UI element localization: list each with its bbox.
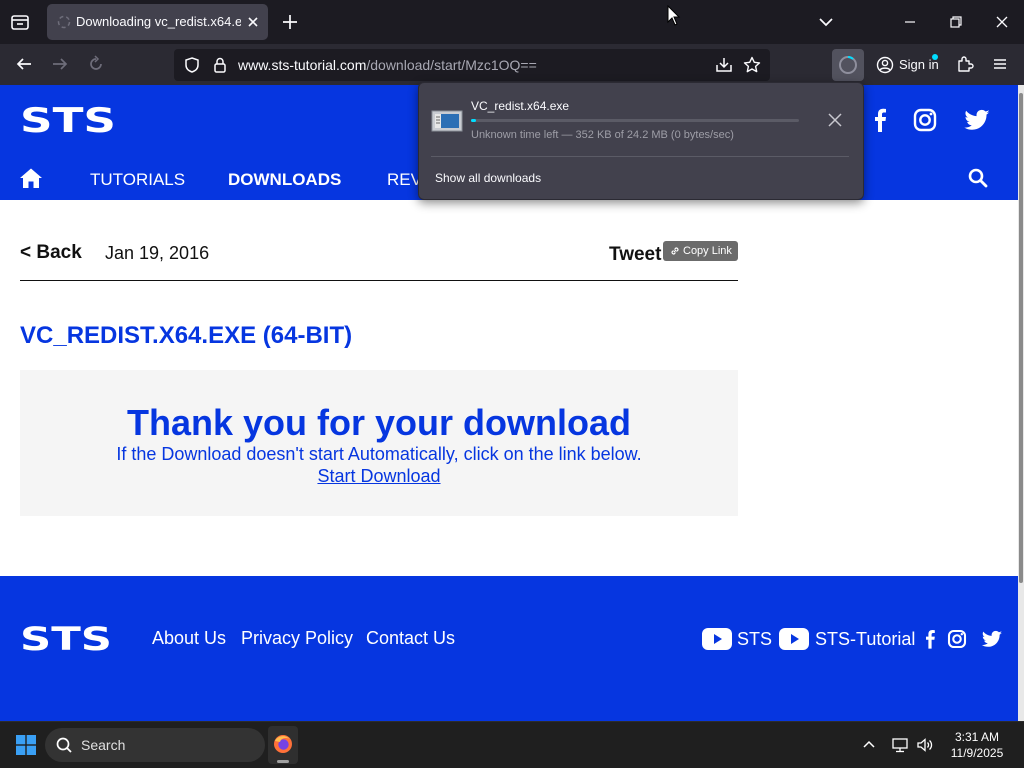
downloads-progress-button[interactable] xyxy=(832,49,864,81)
download-status: Unknown time left — 352 KB of 24.2 MB (0… xyxy=(471,129,734,141)
browser-tab-strip: Downloading vc_redist.x64.exe xyxy=(0,0,1024,44)
address-bar[interactable]: www.sts-tutorial.com/download/start/Mzc1… xyxy=(174,49,770,81)
tab-active[interactable]: Downloading vc_redist.x64.exe xyxy=(47,4,268,40)
search-icon xyxy=(55,736,73,754)
show-all-downloads-button[interactable]: Show all downloads xyxy=(435,171,541,185)
volume-icon[interactable] xyxy=(916,736,934,754)
url-path: /download/start/Mzc1OQ== xyxy=(366,57,537,73)
window-restore-icon[interactable] xyxy=(946,12,966,32)
post-date: Jan 19, 2016 xyxy=(105,243,210,263)
tweet-button[interactable]: Tweet xyxy=(609,244,661,266)
tab-title: Downloading vc_redist.x64.exe xyxy=(76,14,241,29)
windows-taskbar: Search 3:31 AM 11/9/2025 xyxy=(0,721,1024,768)
thank-you-info: If the Download doesn't start Automatica… xyxy=(116,444,642,464)
extensions-puzzle-icon[interactable] xyxy=(955,54,975,74)
lock-icon[interactable] xyxy=(210,55,230,75)
clock-time: 3:31 AM xyxy=(954,730,1000,744)
window-close-icon[interactable] xyxy=(992,12,1012,32)
notification-dot xyxy=(932,54,938,60)
downloads-panel-divider xyxy=(431,156,849,157)
footer-twitter-icon[interactable] xyxy=(980,627,1004,651)
browser-navigation-bar: www.sts-tutorial.com/download/start/Mzc1… xyxy=(0,44,1024,85)
window-minimize-icon[interactable] xyxy=(900,12,920,32)
youtube-icon[interactable] xyxy=(779,628,809,650)
footer-instagram-icon[interactable] xyxy=(945,627,969,651)
url-host: www.sts-tutorial.com xyxy=(238,57,367,73)
site-search-icon[interactable] xyxy=(967,167,989,189)
tab-close-icon[interactable] xyxy=(245,14,261,30)
copy-link-label: Copy Link xyxy=(683,245,732,257)
youtube-channel-sts[interactable]: STS xyxy=(737,629,772,650)
youtube-icon[interactable] xyxy=(702,628,732,650)
content-divider xyxy=(20,280,738,281)
footer-sts-logo[interactable]: STS xyxy=(20,624,114,652)
footer-logo-text: STS xyxy=(20,624,112,652)
downloads-panel: VC_redist.x64.exe Unknown time left — 35… xyxy=(418,82,864,200)
nav-downloads[interactable]: DOWNLOADS xyxy=(228,170,341,190)
list-all-tabs-chevron-icon[interactable] xyxy=(816,12,836,32)
twitter-icon[interactable] xyxy=(962,105,992,135)
save-to-pocket-download-icon[interactable] xyxy=(714,55,734,75)
url-text: www.sts-tutorial.com/download/start/Mzc1… xyxy=(238,57,537,73)
firefox-view-icon[interactable] xyxy=(8,10,32,34)
network-icon[interactable] xyxy=(891,736,909,754)
page-scrollbar[interactable] xyxy=(1018,85,1024,721)
account-icon xyxy=(876,56,894,74)
footer-facebook-icon[interactable] xyxy=(918,627,942,651)
home-icon[interactable] xyxy=(19,166,43,190)
new-tab-plus-icon[interactable] xyxy=(280,12,300,32)
hamburger-menu-icon[interactable] xyxy=(990,54,1010,74)
instagram-icon[interactable] xyxy=(910,105,940,135)
bookmark-star-icon[interactable] xyxy=(742,55,762,75)
sign-in-button[interactable]: Sign in xyxy=(870,49,942,81)
clock-date: 11/9/2025 xyxy=(950,746,1004,760)
footer-contact-link[interactable]: Contact Us xyxy=(366,628,455,649)
app-running-indicator xyxy=(277,760,289,763)
copy-link-button[interactable]: Copy Link xyxy=(663,241,738,261)
logo-text: STS xyxy=(20,105,116,135)
mouse-cursor-icon xyxy=(667,5,681,27)
system-clock[interactable]: 3:31 AM 11/9/2025 xyxy=(944,729,1010,761)
windows-start-icon[interactable] xyxy=(16,735,36,755)
back-arrow-icon[interactable] xyxy=(14,54,34,74)
firefox-icon xyxy=(273,734,293,754)
tracking-protection-shield-icon[interactable] xyxy=(182,55,202,75)
scrollbar-thumb[interactable] xyxy=(1019,93,1023,583)
loading-spinner-icon xyxy=(57,15,71,29)
cancel-download-icon[interactable] xyxy=(827,112,843,128)
nav-tutorials[interactable]: TUTORIALS xyxy=(90,170,185,190)
sts-logo[interactable]: STS xyxy=(20,105,118,135)
youtube-channel-sts-tutorial[interactable]: STS-Tutorial xyxy=(815,629,915,650)
installer-file-icon xyxy=(431,109,463,133)
footer-about-link[interactable]: About Us xyxy=(152,628,226,649)
taskbar-search-box[interactable]: Search xyxy=(45,728,265,762)
site-footer: STS About Us Privacy Policy Contact Us S… xyxy=(0,576,1018,721)
download-file-name[interactable]: VC_redist.x64.exe xyxy=(471,99,569,113)
footer-privacy-link[interactable]: Privacy Policy xyxy=(241,628,353,649)
back-link[interactable]: < Back xyxy=(20,242,82,264)
thank-you-box: Thank you for your download If the Downl… xyxy=(20,370,738,516)
reload-icon[interactable] xyxy=(86,54,106,74)
thank-you-heading: Thank you for your download xyxy=(127,402,631,443)
taskbar-search-placeholder: Search xyxy=(81,737,126,753)
show-hidden-icons-chevron-icon[interactable] xyxy=(860,736,878,754)
link-chain-icon xyxy=(669,245,681,257)
download-progress-ring-icon xyxy=(839,56,857,74)
forward-arrow-icon[interactable] xyxy=(50,54,70,74)
download-progress-bar xyxy=(471,119,799,122)
facebook-icon[interactable] xyxy=(865,105,895,135)
taskbar-firefox-app[interactable] xyxy=(268,726,298,764)
file-title: VC_REDIST.X64.EXE (64-BIT) xyxy=(20,322,353,349)
start-download-link[interactable]: Start Download xyxy=(317,466,440,486)
start-download-row: Start Download xyxy=(20,466,738,487)
nav-reviews[interactable]: REV xyxy=(387,170,422,190)
download-progress-fill xyxy=(471,119,476,122)
